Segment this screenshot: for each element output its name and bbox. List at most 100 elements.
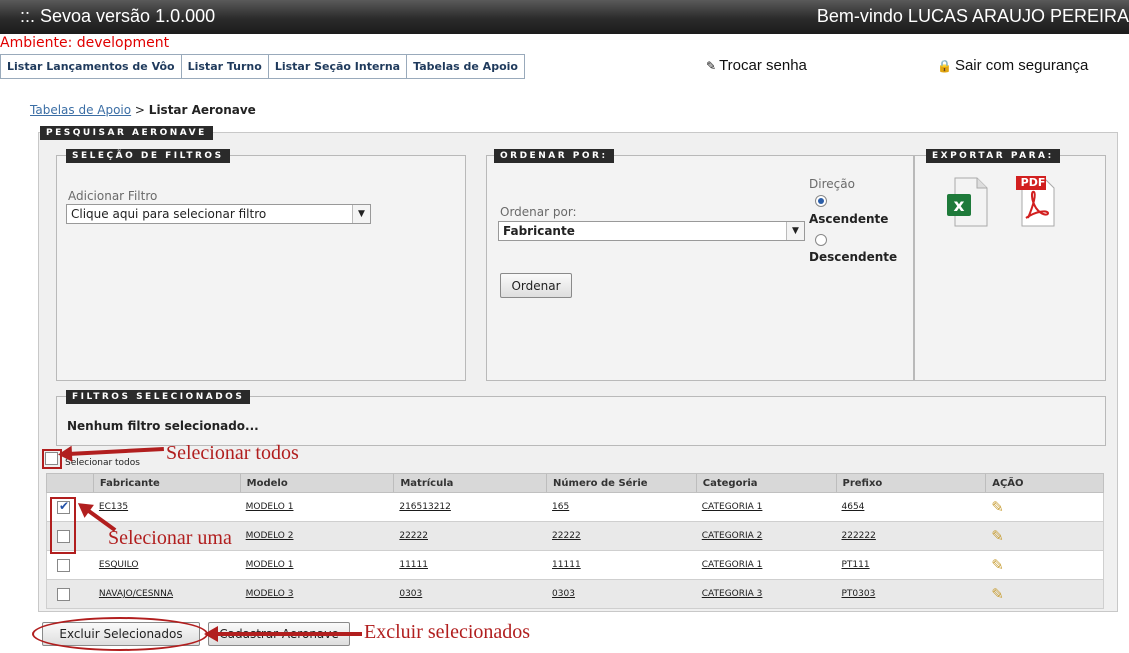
modelo-link[interactable]: MODELO 3 [246,589,294,599]
categoria-link[interactable]: CATEGORIA 1 [702,502,763,512]
tab-listar-lancamentos[interactable]: Listar Lançamentos de Vôo [0,54,182,79]
order-by-label: Ordenar por: [500,205,577,219]
cell-modelo: MODELO 1 [240,493,394,521]
matricula-link[interactable]: 22222 [399,531,428,541]
matricula-link[interactable]: 216513212 [399,502,451,512]
header-checkbox-cell [47,474,93,492]
prefixo-link[interactable]: 4654 [842,502,865,512]
table-row: ESQUILO MODELO 1 11111 11111 CATEGORIA 1… [46,551,1104,580]
numero-serie-link[interactable]: 22222 [552,531,581,541]
add-filter-label: Adicionar Filtro [68,189,158,203]
table-header: Fabricante Modelo Matrícula Número de Sé… [46,473,1104,493]
fabricante-link[interactable]: EC135 [99,502,128,512]
logout-label: Sair com segurança [954,57,1089,74]
fabricante-link[interactable]: NAVAJO/CESNNA [99,589,173,599]
cell-categoria: CATEGORIA 2 [696,522,836,550]
annotation-delete-selected: Excluir selecionados [364,621,531,643]
categoria-link[interactable]: CATEGORIA 2 [702,531,763,541]
breadcrumb-separator: > [131,103,149,117]
cell-numero-serie: 0303 [546,580,696,608]
matricula-link[interactable]: 0303 [399,589,422,599]
cell-fabricante: ESQUILO [93,551,240,579]
chevron-down-icon: ▼ [786,222,804,240]
table-row: NAVAJO/CESNNA MODELO 3 0303 0303 CATEGOR… [46,580,1104,609]
order-by-select[interactable]: Fabricante ▼ [498,221,805,241]
cell-fabricante: EC135 [93,493,240,521]
cell-prefixo: PT0303 [836,580,986,608]
categoria-link[interactable]: CATEGORIA 3 [702,589,763,599]
column-header-matricula[interactable]: Matrícula [393,474,546,492]
tab-listar-secao-interna[interactable]: Listar Seção Interna [268,54,408,79]
cell-modelo: MODELO 2 [240,522,394,550]
categoria-link[interactable]: CATEGORIA 1 [702,560,763,570]
annotation-highlight-select-one [50,497,76,554]
column-header-numero-serie[interactable]: Número de Série [546,474,696,492]
key-icon: ✎ [706,59,717,73]
column-header-prefixo[interactable]: Prefixo [835,474,986,492]
descending-radio[interactable] [815,234,827,246]
filters-legend: SELEÇÃO DE FILTROS [66,149,230,163]
edit-icon[interactable]: ✎ [991,585,1004,603]
lock-icon: 🔒 [937,59,952,73]
fabricante-link[interactable]: ESQUILO [99,560,139,570]
environment-label: Ambiente: development [0,35,170,51]
cell-acao: ✎ [985,493,1103,521]
export-legend: EXPORTAR PARA: [926,149,1060,163]
numero-serie-link[interactable]: 0303 [552,589,575,599]
svg-text:x: x [954,196,965,216]
main-nav: Listar Lançamentos de Vôo Listar Turno L… [0,54,525,79]
column-header-acao: AÇÃO [985,474,1103,492]
modelo-link[interactable]: MODELO 2 [246,531,294,541]
filter-select-value: Clique aqui para selecionar filtro [71,207,267,221]
row-checkbox-cell [47,551,93,579]
tab-listar-turno[interactable]: Listar Turno [181,54,269,79]
cell-matricula: 216513212 [393,493,546,521]
selected-filters-legend: FILTROS SELECIONADOS [66,390,251,404]
order-button[interactable]: Ordenar [500,273,572,298]
row-checkbox[interactable] [57,558,70,572]
cell-modelo: MODELO 1 [240,551,394,579]
order-legend: ORDENAR POR: [494,149,614,163]
annotation-select-all: Selecionar todos [166,442,299,464]
no-filters-message: Nenhum filtro selecionado... [67,419,259,433]
breadcrumb-parent-link[interactable]: Tabelas de Apoio [30,103,131,117]
numero-serie-link[interactable]: 165 [552,502,569,512]
column-header-modelo[interactable]: Modelo [239,474,394,492]
logout-link[interactable]: 🔒 Sair com segurança [937,57,1088,74]
column-header-fabricante[interactable]: Fabricante [92,474,240,492]
excel-export-icon[interactable]: x [945,176,989,228]
order-by-select-value: Fabricante [503,224,575,238]
cell-matricula: 0303 [393,580,546,608]
cell-categoria: CATEGORIA 1 [696,551,836,579]
annotation-select-one: Selecionar uma [108,527,232,549]
app-title: ::. Sevoa versão 1.0.000 [20,6,216,26]
cell-fabricante: NAVAJO/CESNNA [93,580,240,608]
ascending-radio[interactable] [815,195,827,207]
annotation-arrow-icon [204,626,362,642]
filter-select[interactable]: Clique aqui para selecionar filtro ▼ [66,204,371,224]
app-header: ::. Sevoa versão 1.0.000 Bem-vindo LUCAS… [0,0,1129,34]
modelo-link[interactable]: MODELO 1 [246,502,294,512]
matricula-link[interactable]: 11111 [399,560,428,570]
search-panel-legend: PESQUISAR AERONAVE [40,126,213,140]
prefixo-link[interactable]: PT0303 [842,589,876,599]
edit-icon[interactable]: ✎ [991,498,1004,516]
prefixo-link[interactable]: 222222 [842,531,876,541]
change-password-link[interactable]: ✎ Trocar senha [706,57,807,74]
cell-categoria: CATEGORIA 1 [696,493,836,521]
row-checkbox[interactable] [57,587,70,601]
cell-matricula: 22222 [393,522,546,550]
modelo-link[interactable]: MODELO 1 [246,560,294,570]
edit-icon[interactable]: ✎ [991,527,1004,545]
column-header-categoria[interactable]: Categoria [695,474,836,492]
export-box [914,155,1106,381]
edit-icon[interactable]: ✎ [991,556,1004,574]
prefixo-link[interactable]: PT111 [842,560,870,570]
numero-serie-link[interactable]: 11111 [552,560,581,570]
breadcrumb-current: Listar Aeronave [148,103,256,117]
tab-tabelas-de-apoio[interactable]: Tabelas de Apoio [407,54,525,79]
welcome-message: Bem-vindo LUCAS ARAUJO PEREIRA [816,6,1129,26]
pdf-label: PDF [1020,176,1046,189]
cell-matricula: 11111 [393,551,546,579]
change-password-label: Trocar senha [719,57,807,74]
